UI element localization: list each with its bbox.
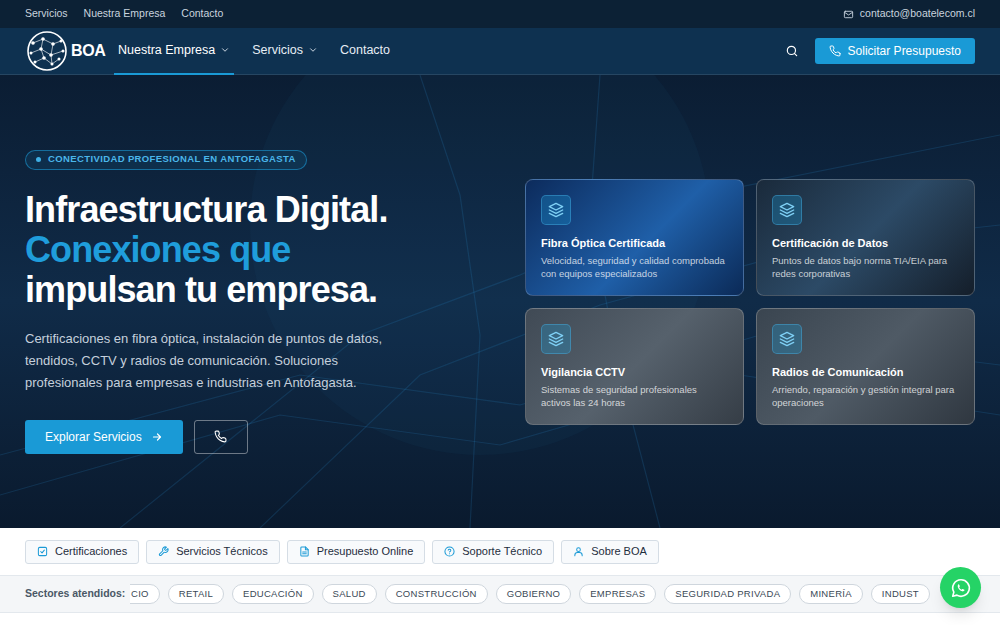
page: Servicios Nuestra Empresa Contacto contacto… [0,0,1000,613]
layers-icon [772,195,802,225]
wrench-icon [158,546,169,557]
call-button[interactable] [194,420,248,454]
badge-dot [36,157,41,162]
search-icon [785,44,799,58]
top-link[interactable]: Nuestra Empresa [84,6,166,22]
sector-chip: MINERÍA [799,584,863,604]
sector-chip: RETAIL [168,584,224,604]
quick-link-label[interactable]: Soporte Técnico [462,543,542,560]
top-link[interactable]: Servicios [25,6,68,22]
layers-icon [541,324,571,354]
chevron-down-icon [308,45,318,55]
service-card[interactable]: Radios de Comunicación Arriendo, reparaci… [756,308,975,425]
service-card[interactable]: Fibra Óptica Certificada Velocidad, segur… [525,179,744,296]
quick-link[interactable]: Presupuesto Online [287,540,426,564]
hero-text: CONECTIVIDAD PROFESIONAL EN ANTOFAGASTA I… [25,150,525,454]
sectors-label: Sectores atendidos: [25,586,130,602]
nav-item-label[interactable]: Servicios [252,41,303,60]
top-link[interactable]: Contacto [181,6,223,22]
globe-network-icon [25,29,69,73]
phone-icon [214,430,227,443]
logo[interactable]: BOA [25,29,114,73]
check-square-icon [37,546,48,557]
nav-item-label[interactable]: Contacto [340,41,390,60]
document-icon [299,546,310,557]
hero-title-line: impulsan tu empresa. [25,270,387,310]
hero-content: CONECTIVIDAD PROFESIONAL EN ANTOFAGASTA I… [0,75,1000,528]
nav-item[interactable]: Servicios [248,28,322,75]
help-icon [444,546,455,557]
sector-chip: EDUCACIÓN [232,584,314,604]
service-card-description: Arriendo, reparación y gestión integral … [772,383,959,409]
top-email[interactable]: contacto@boatelecom.cl [843,6,975,22]
layers-icon [772,324,802,354]
quick-link[interactable]: Certificaciones [25,540,139,564]
quick-link[interactable]: Sobre BOA [561,540,659,564]
service-card-description: Sistemas de seguridad profesionales acti… [541,383,728,409]
service-card-title: Radios de Comunicación [772,365,959,379]
phone-icon [829,45,841,57]
service-card[interactable]: Vigilancia CCTV Sistemas de seguridad pro… [525,308,744,425]
sector-chip: INDUST [871,584,930,604]
hero-badge: CONECTIVIDAD PROFESIONAL EN ANTOFAGASTA [25,150,307,170]
quick-link-label[interactable]: Presupuesto Online [317,543,414,560]
sector-chip: SEGURIDAD PRIVADA [664,584,791,604]
service-card[interactable]: Certificación de Datos Puntos de datos ba… [756,179,975,296]
quick-links: Certificaciones Servicios Técnicos Presupu… [0,528,1000,575]
hero-title-line: Conexiones que [25,230,387,270]
hero-buttons: Explorar Servicios [25,420,248,454]
service-card-description: Velocidad, seguridad y calidad comprobad… [541,254,728,280]
layers-icon [541,195,571,225]
explore-button-label[interactable]: Explorar Servicios [45,428,142,446]
whatsapp-icon [950,577,972,599]
quick-link-label[interactable]: Certificaciones [55,543,127,560]
sector-chip: CIO [130,584,160,604]
chevron-down-icon [220,45,230,55]
mail-icon [843,9,854,20]
quote-button-label[interactable]: Solicitar Presupuesto [848,42,961,60]
service-cards: Fibra Óptica Certificada Velocidad, segur… [525,179,975,425]
badge-text: CONECTIVIDAD PROFESIONAL EN ANTOFAGASTA [48,152,296,166]
service-card-title: Certificación de Datos [772,236,959,250]
sector-chip: EMPRESAS [579,584,656,604]
arrow-right-icon [151,431,163,443]
quote-button[interactable]: Solicitar Presupuesto [815,38,975,64]
hero: CONECTIVIDAD PROFESIONAL EN ANTOFAGASTA I… [0,75,1000,528]
sector-chip: SALUD [322,584,377,604]
main-nav: BOA Nuestra Empresa Servicios Contacto Solic… [0,28,1000,75]
top-bar: Servicios Nuestra Empresa Contacto contacto… [0,0,1000,28]
service-card-title: Vigilancia CCTV [541,365,728,379]
hero-title-line: Infraestructura Digital. [25,190,387,230]
quick-link-label[interactable]: Sobre BOA [591,543,647,560]
service-card-title: Fibra Óptica Certificada [541,236,728,250]
hero-title: Infraestructura Digital.Conexiones queim… [25,190,387,310]
user-icon [573,546,584,557]
nav-item-label[interactable]: Nuestra Empresa [118,41,215,60]
quick-link-label[interactable]: Servicios Técnicos [176,543,268,560]
whatsapp-button[interactable] [940,567,981,608]
nav-item[interactable]: Contacto [336,28,394,75]
service-card-description: Puntos de datos bajo norma TIA/EIA para … [772,254,959,280]
explore-button[interactable]: Explorar Servicios [25,420,183,454]
sectors-strip: Sectores atendidos:CIO RETAIL EDUCACIÓN SAL… [0,575,1000,613]
hero-description: Certificaciones en fibra óptica, instala… [25,328,387,394]
nav-item[interactable]: Nuestra Empresa [114,28,234,75]
quick-link[interactable]: Servicios Técnicos [146,540,280,564]
email-text[interactable]: contacto@boatelecom.cl [860,6,975,22]
quick-link[interactable]: Soporte Técnico [432,540,554,564]
sector-chip: CONSTRUCCIÓN [385,584,488,604]
sector-chip: GOBIERNO [496,584,571,604]
top-links: Servicios Nuestra Empresa Contacto [25,6,223,22]
search-button[interactable] [779,38,805,64]
sector-chips: CIO RETAIL EDUCACIÓN SALUD CONSTRUCCIÓN GOBIE… [130,584,1000,604]
logo-text: BOA [71,39,105,63]
nav-menu: Nuestra Empresa Servicios Contacto [114,28,394,75]
